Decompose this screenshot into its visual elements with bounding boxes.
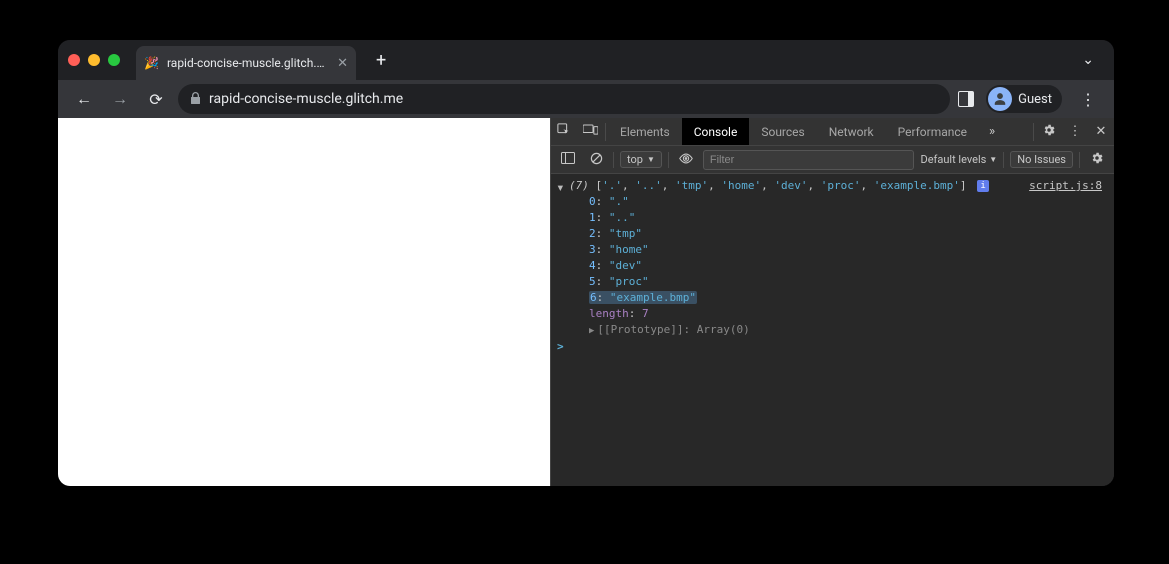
console-body[interactable]: ▶ (7) ['.', '..', 'tmp', 'home', 'dev', …	[551, 174, 1114, 486]
lock-icon	[190, 92, 201, 107]
devtools-tab-elements[interactable]: Elements	[608, 118, 682, 145]
array-entry-row[interactable]: 3: "home"	[551, 242, 1114, 258]
source-link[interactable]: script.js:8	[1029, 178, 1106, 194]
maximize-window-button[interactable]	[108, 54, 120, 66]
devtools-close-icon[interactable]: ✕	[1088, 124, 1114, 139]
close-tab-icon[interactable]: ✕	[337, 56, 348, 71]
console-message[interactable]: ▶ (7) ['.', '..', 'tmp', 'home', 'dev', …	[551, 178, 1114, 194]
new-tab-button[interactable]: +	[368, 46, 394, 75]
chevron-down-icon: ▼	[647, 155, 655, 164]
omnibox[interactable]: rapid-concise-muscle.glitch.me	[178, 84, 950, 114]
array-entry-row[interactable]: 4: "dev"	[551, 258, 1114, 274]
toolbar-right: Guest ⋮	[958, 85, 1102, 113]
minimize-window-button[interactable]	[88, 54, 100, 66]
device-toolbar-icon[interactable]	[577, 124, 603, 140]
browser-window: 🎉 rapid-concise-muscle.glitch.me ✕ + ⌄ ←…	[58, 40, 1114, 486]
devtools-panel: ElementsConsoleSourcesNetworkPerformance…	[550, 118, 1114, 486]
content-area: ElementsConsoleSourcesNetworkPerformance…	[58, 118, 1114, 486]
browser-tab[interactable]: 🎉 rapid-concise-muscle.glitch.me ✕	[136, 46, 356, 80]
array-entry-row[interactable]: 2: "tmp"	[551, 226, 1114, 242]
page-viewport[interactable]	[58, 118, 550, 486]
inspect-element-icon[interactable]	[551, 123, 577, 141]
tab-title: rapid-concise-muscle.glitch.me	[167, 56, 329, 70]
console-prompt[interactable]: >	[551, 339, 1114, 355]
back-button[interactable]: ←	[70, 89, 98, 109]
reload-button[interactable]: ⟳	[142, 90, 170, 109]
array-entry-row[interactable]: 0: "."	[551, 194, 1114, 210]
console-toolbar: top ▼ Default levels ▼ No Issues	[551, 146, 1114, 174]
clear-console-icon[interactable]	[585, 152, 607, 168]
devtools-tab-bar: ElementsConsoleSourcesNetworkPerformance…	[551, 118, 1114, 146]
devtools-settings-icon[interactable]	[1036, 123, 1062, 141]
devtools-tab-console[interactable]: Console	[682, 118, 750, 145]
devtools-menu-icon[interactable]: ⋮	[1062, 124, 1088, 139]
chrome-menu-icon[interactable]: ⋮	[1074, 90, 1102, 109]
devtools-tab-network[interactable]: Network	[817, 118, 886, 145]
traffic-lights	[68, 54, 120, 66]
side-panel-icon[interactable]	[958, 91, 974, 107]
url-text: rapid-concise-muscle.glitch.me	[209, 91, 403, 107]
profile-label: Guest	[1018, 92, 1052, 107]
filter-input[interactable]	[703, 150, 915, 170]
live-expression-icon[interactable]	[675, 153, 697, 167]
devtools-tab-performance[interactable]: Performance	[886, 118, 979, 145]
array-summary: (7) ['.', '..', 'tmp', 'home', 'dev', 'p…	[569, 178, 989, 194]
info-icon[interactable]: i	[977, 180, 989, 192]
array-entry-row[interactable]: 1: ".."	[551, 210, 1114, 226]
forward-button[interactable]: →	[106, 89, 134, 109]
log-levels-selector[interactable]: Default levels ▼	[920, 153, 997, 166]
avatar-icon	[988, 87, 1012, 111]
array-length-row: length: 7	[551, 306, 1114, 322]
tab-overflow-button[interactable]: ⌄	[1082, 52, 1094, 68]
tab-favicon-icon: 🎉	[144, 56, 159, 70]
issues-button[interactable]: No Issues	[1010, 151, 1073, 168]
array-entry-row[interactable]: 5: "proc"	[551, 274, 1114, 290]
profile-chip[interactable]: Guest	[986, 85, 1062, 113]
toggle-sidebar-icon[interactable]	[557, 152, 579, 167]
context-label: top	[627, 153, 643, 166]
close-window-button[interactable]	[68, 54, 80, 66]
prototype-row[interactable]: ▶[[Prototype]]: Array(0)	[551, 322, 1114, 339]
context-selector[interactable]: top ▼	[620, 151, 662, 168]
devtools-tab-sources[interactable]: Sources	[749, 118, 816, 145]
tab-strip: 🎉 rapid-concise-muscle.glitch.me ✕ + ⌄	[58, 40, 1114, 80]
disclosure-triangle-icon[interactable]: ▶	[589, 323, 594, 339]
address-bar: ← → ⟳ rapid-concise-muscle.glitch.me Gue…	[58, 80, 1114, 118]
array-entry-row[interactable]: 6: "example.bmp"	[551, 290, 1114, 306]
console-settings-icon[interactable]	[1086, 151, 1108, 168]
chevron-down-icon: ▼	[989, 155, 997, 164]
more-tabs-icon[interactable]: »	[979, 124, 1005, 139]
disclosure-triangle-icon[interactable]: ▶	[552, 186, 568, 191]
